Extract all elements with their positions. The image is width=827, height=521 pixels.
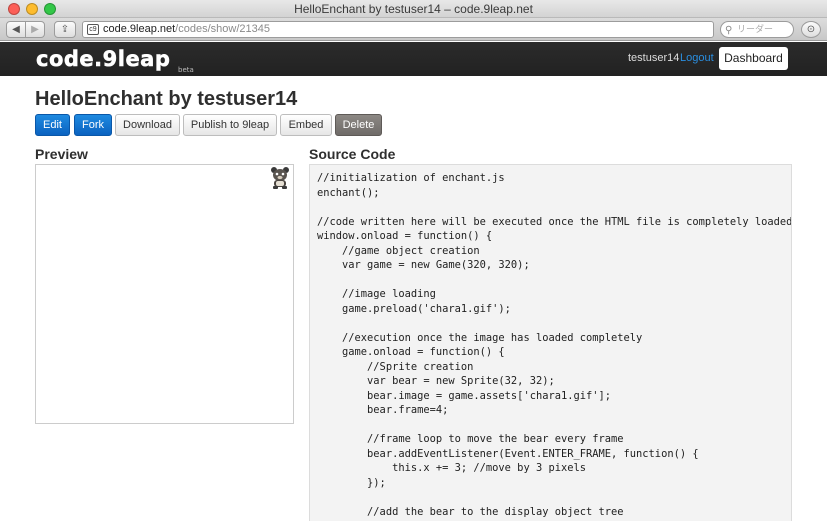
zoom-window-button[interactable] <box>44 3 56 15</box>
preview-heading: Preview <box>35 146 88 162</box>
code-line: //game object creation <box>317 244 480 257</box>
code-line: }); <box>317 476 386 489</box>
downloads-button[interactable]: ⊙ <box>801 21 821 38</box>
code-line: var game = new Game(320, 320); <box>317 259 530 271</box>
delete-button[interactable]: Delete <box>335 114 382 136</box>
code-line: this.x += 3; //move by 3 pixels <box>317 462 586 474</box>
back-button[interactable]: ◀ <box>6 21 26 38</box>
code-line: bear.addEventListener(Event.ENTER_FRAME,… <box>317 447 699 460</box>
current-user-name: testuser14 <box>628 52 680 64</box>
code-line: //Sprite creation <box>317 360 474 373</box>
page-title: HelloEnchant by testuser14 <box>35 88 298 110</box>
code-line: bear.frame=4; <box>317 404 449 416</box>
share-button[interactable]: ⇪ <box>54 21 76 38</box>
url-path: /codes/show/21345 <box>175 23 270 35</box>
code-line: game.preload('chara1.gif'); <box>317 302 511 315</box>
site-favicon-icon: c9 <box>87 24 99 35</box>
site-navbar: code.9leap beta testuser14 Logout Dashbo… <box>0 42 827 76</box>
code-line: //execution once the image has loaded co… <box>317 331 643 344</box>
logout-link[interactable]: Logout <box>680 52 714 64</box>
code-line: enchant(); <box>317 186 380 199</box>
source-code-panel[interactable]: //initialization of enchant.js enchant();… <box>309 164 792 521</box>
reader-search-field[interactable]: ⚲ リーダー <box>720 21 794 38</box>
reader-search-placeholder: リーダー <box>737 24 774 34</box>
code-line: //frame loop to move the bear every fram… <box>317 433 624 445</box>
close-window-button[interactable] <box>8 3 20 15</box>
forward-button[interactable]: ▶ <box>25 21 45 38</box>
url-host: code.9leap.net <box>103 23 176 35</box>
fork-button[interactable]: Fork <box>74 114 112 136</box>
edit-button[interactable]: Edit <box>35 114 70 136</box>
minimize-window-button[interactable] <box>26 3 38 15</box>
window-titlebar: HelloEnchant by testuser14 – code.9leap.… <box>0 0 827 18</box>
logo-text: code.9leap <box>36 47 171 72</box>
dashboard-button[interactable]: Dashboard <box>719 47 788 70</box>
site-logo[interactable]: code.9leap beta <box>36 47 194 74</box>
beta-badge: beta <box>178 66 194 74</box>
game-preview-canvas[interactable] <box>35 164 294 424</box>
publish-to-9leap-button[interactable]: Publish to 9leap <box>183 114 277 136</box>
back-arrow-icon: ◀ <box>12 24 20 35</box>
code-line: bear.image = game.assets['chara1.gif']; <box>317 389 612 402</box>
search-icon: ⚲ <box>725 25 733 36</box>
code-line: var bear = new Sprite(32, 32); <box>317 375 555 387</box>
download-icon: ⊙ <box>806 24 816 35</box>
code-line: //initialization of enchant.js <box>317 172 505 184</box>
share-icon: ⇪ <box>60 24 70 35</box>
code-line: window.onload = function() { <box>317 230 493 242</box>
source-code-heading: Source Code <box>309 146 396 162</box>
embed-button[interactable]: Embed <box>280 114 332 136</box>
code-line: //code written here will be executed onc… <box>317 215 792 228</box>
browser-toolbar: ◀ ▶ ⇪ c9 code.9leap.net/codes/show/21345… <box>0 18 827 41</box>
code-line: //add the bear to the display object tre… <box>317 505 624 518</box>
forward-arrow-icon: ▶ <box>31 24 39 35</box>
download-button[interactable]: Download <box>115 114 180 136</box>
code-line: game.onload = function() { <box>317 346 505 358</box>
bear-sprite-icon <box>271 167 289 189</box>
code-line: //image loading <box>317 288 436 300</box>
window-title: HelloEnchant by testuser14 – code.9leap.… <box>294 2 533 16</box>
address-bar[interactable]: c9 code.9leap.net/codes/show/21345 <box>82 21 714 38</box>
